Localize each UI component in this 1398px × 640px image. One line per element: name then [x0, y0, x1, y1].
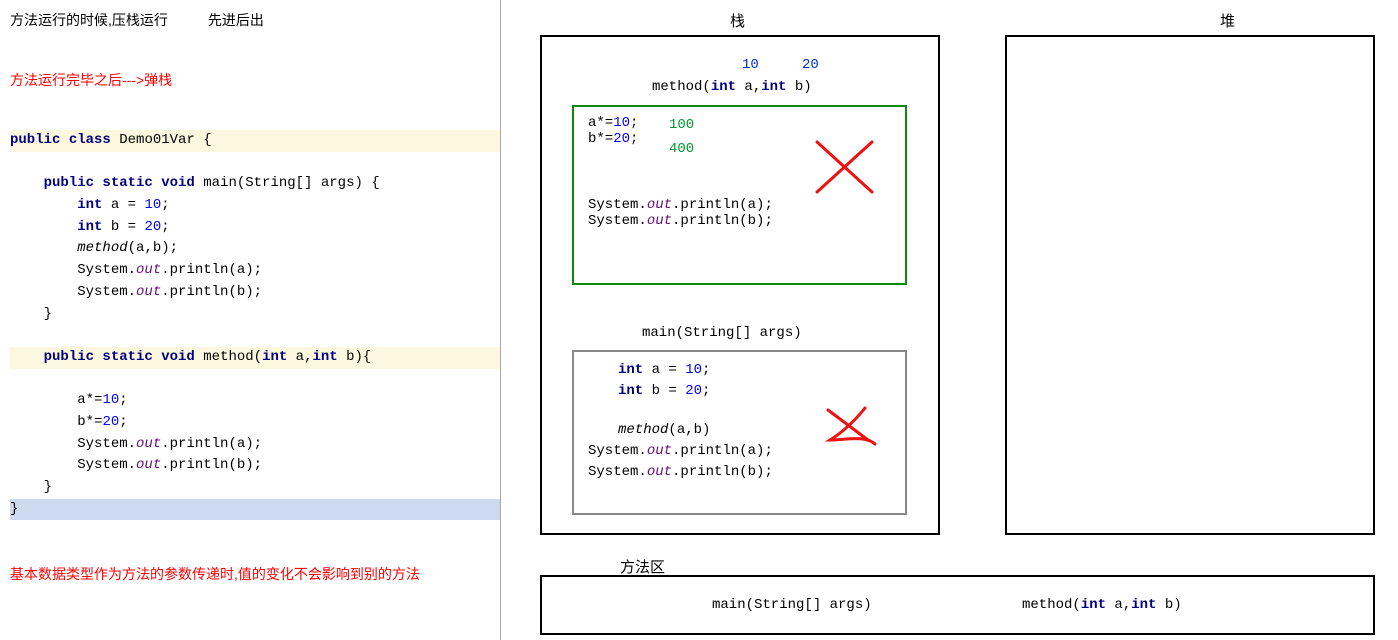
note-run-push: 方法运行的时候,压栈运行	[10, 10, 168, 30]
methodarea-label: 方法区	[620, 556, 665, 577]
method-arg2: 20	[802, 57, 819, 73]
note-primitive: 基本数据类型作为方法的参数传递时,值的变化不会影响到别的方法	[10, 560, 470, 588]
right-pane: 栈 堆 10 20 method(int a,int b) a*=10; b*=…	[500, 0, 1398, 640]
note-pop: 方法运行完毕之后--->弹栈	[10, 70, 500, 90]
method-frame: a*=10; b*=20; 100 400 System.out.println…	[572, 105, 907, 285]
method-signature: method(int a,int b)	[652, 79, 812, 95]
left-pane: 方法运行的时候,压栈运行 先进后出 方法运行完毕之后--->弹栈 public …	[10, 10, 500, 630]
method-arg1: 10	[742, 57, 759, 73]
methodarea-method: method(int a,int b)	[1022, 597, 1182, 613]
stack-box: 10 20 method(int a,int b) a*=10; b*=20; …	[540, 35, 940, 535]
val-400: 400	[669, 141, 694, 157]
val-100: 100	[669, 117, 694, 133]
methodarea-main: main(String[] args)	[712, 597, 872, 613]
methodarea-box: main(String[] args) method(int a,int b)	[540, 575, 1375, 635]
main-signature: main(String[] args)	[642, 325, 802, 341]
heap-label: 堆	[1220, 10, 1235, 31]
main-frame: int a = 10; int b = 20; method(a,b) Syst…	[572, 350, 907, 515]
pane-divider	[500, 0, 501, 640]
note-lifo: 先进后出	[208, 10, 264, 30]
code-block: public class Demo01Var { public static v…	[10, 130, 500, 520]
stack-label: 栈	[730, 10, 745, 31]
heap-box	[1005, 35, 1375, 535]
